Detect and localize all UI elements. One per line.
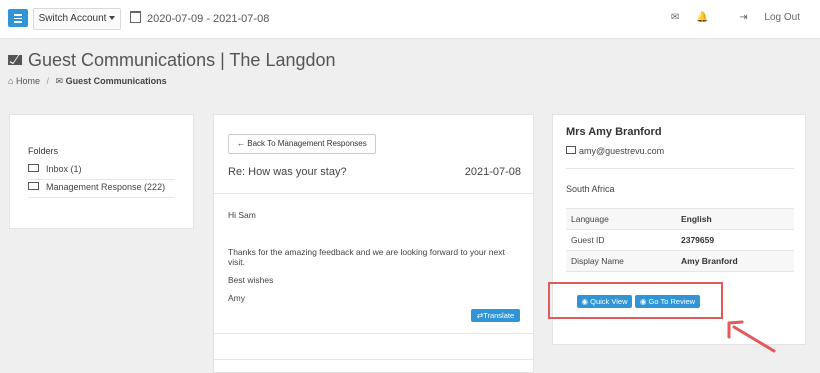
breadcrumb: ⌂ Home / ✉ Guest Communications	[8, 76, 167, 87]
translate-label: Translate	[483, 311, 515, 320]
folder-item-management-response[interactable]: Management Response (222)	[28, 182, 175, 198]
folders-panel: Folders Inbox (1) Management Response (2…	[9, 114, 194, 229]
envelope-icon	[28, 182, 39, 190]
calendar-icon	[130, 11, 141, 23]
guest-country: South Africa	[566, 184, 615, 194]
breadcrumb-separator: /	[46, 76, 49, 86]
logout-label: Log Out	[764, 12, 800, 23]
folders-heading: Folders	[28, 146, 59, 156]
page-title-text: Guest Communications | The Langdon	[28, 50, 336, 70]
message-subject: Re: How was your stay?	[228, 166, 347, 178]
notifications-bell-icon[interactable]: 🔔	[696, 12, 708, 23]
table-cell-value: Amy Branford	[676, 250, 794, 272]
message-body: Thanks for the amazing feedback and we a…	[228, 247, 505, 267]
top-navbar: Switch Account 2020-07-09 - 2021-07-08 ✉…	[0, 0, 820, 39]
home-icon: ⌂	[8, 76, 14, 86]
annotation-arrow-icon	[727, 320, 776, 353]
breadcrumb-home-link[interactable]: Home	[16, 76, 40, 86]
logout-link[interactable]: ⇥ Log Out	[725, 12, 800, 23]
caret-down-icon	[109, 16, 116, 21]
table-row: Guest ID 2379659	[566, 229, 794, 251]
arrow-left-icon: ←	[237, 139, 245, 148]
guest-email: amy@guestrevu.com	[566, 146, 664, 156]
date-range-picker[interactable]: 2020-07-09 - 2021-07-08	[130, 11, 269, 25]
page-title: Guest Communications | The Langdon	[8, 50, 336, 71]
table-cell-label: Language	[566, 208, 676, 230]
guest-name: Mrs Amy Branford	[566, 126, 662, 138]
folder-item-label: Inbox (1)	[46, 164, 82, 174]
table-cell-label: Guest ID	[566, 229, 676, 251]
back-button-label: Back To Management Responses	[247, 139, 367, 148]
date-range-text: 2020-07-09 - 2021-07-08	[147, 13, 270, 25]
message-date: 2021-07-08	[464, 166, 521, 178]
switch-account-label: Switch Account	[38, 13, 107, 24]
table-cell-value: English	[676, 208, 794, 230]
divider	[566, 168, 794, 169]
divider	[214, 333, 533, 334]
guest-info-table: Language English Guest ID 2379659 Displa…	[566, 208, 794, 272]
folder-item-inbox[interactable]: Inbox (1)	[28, 164, 175, 180]
message-sender: Amy	[228, 293, 245, 303]
breadcrumb-envelope-icon: ✉	[55, 76, 64, 86]
message-signoff: Best wishes	[228, 275, 274, 285]
message-panel: ← Back To Management Responses Re: How w…	[213, 114, 534, 373]
table-row: Display Name Amy Branford	[566, 250, 794, 272]
envelope-icon	[8, 55, 22, 65]
inbox-icon	[28, 164, 39, 172]
message-greeting: Hi Sam	[228, 210, 256, 220]
back-to-management-responses-button[interactable]: ← Back To Management Responses	[228, 134, 376, 154]
guest-email-text[interactable]: amy@guestrevu.com	[579, 146, 664, 156]
mail-icon	[566, 146, 576, 154]
table-cell-label: Display Name	[566, 250, 676, 272]
table-row: Language English	[566, 208, 794, 230]
translate-button[interactable]: ⇄Translate	[471, 309, 520, 322]
hamburger-menu-button[interactable]	[8, 9, 28, 27]
messages-icon[interactable]: ✉	[671, 12, 679, 23]
table-cell-value: 2379659	[676, 229, 794, 251]
logout-icon: ⇥	[739, 12, 748, 23]
folder-item-label: Management Response (222)	[46, 182, 166, 192]
breadcrumb-current: Guest Communications	[65, 76, 167, 86]
highlight-box	[548, 282, 723, 319]
divider	[214, 193, 533, 194]
switch-account-button[interactable]: Switch Account	[33, 8, 121, 30]
divider	[214, 359, 533, 360]
